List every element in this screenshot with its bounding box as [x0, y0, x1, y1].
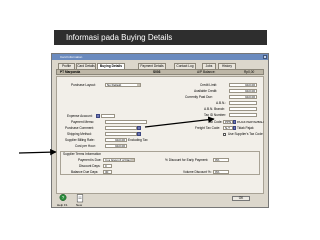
use-supplier-tax-checkbox[interactable]: [223, 133, 226, 136]
window-title: Card Information: [60, 55, 83, 59]
help-button[interactable]: ? Help F1: [57, 194, 69, 207]
cost-per-hour-label: Cost per Hour:: [75, 144, 96, 148]
help-icon: ?: [59, 194, 67, 201]
purchase-layout-label: Purchase Layout:: [71, 83, 96, 87]
abn-label: A.B.N.:: [216, 101, 227, 105]
volume-discount-label: Volume Discount %:: [183, 170, 212, 174]
early-payment-field[interactable]: 0%: [213, 158, 229, 162]
shipping-method-field[interactable]: [105, 132, 137, 136]
billing-rate-field[interactable]: Rp0,00: [105, 138, 127, 142]
expense-account-label: Expense Account:: [67, 114, 93, 118]
expense-account-field[interactable]: [101, 114, 115, 118]
window-titlebar[interactable]: Card Information: [52, 54, 268, 60]
card-id: S003: [153, 70, 161, 74]
list-icon[interactable]: [137, 126, 141, 130]
arrow-link-icon[interactable]: [96, 114, 100, 118]
tax-code-field[interactable]: PPN: [223, 120, 233, 124]
abn-branch-label: A.B.N. Branch:: [204, 107, 226, 111]
slide-title: Informasi pada Buying Details: [66, 33, 173, 42]
new-document-icon: [76, 194, 84, 203]
volume-discount-field[interactable]: 0%: [213, 170, 229, 174]
card-header-bar: PT Marponda S003 A/P Balance: Rp0,00: [56, 69, 264, 75]
purchase-comment-label: Purchase Comment:: [65, 126, 95, 130]
payment-memo-field[interactable]: [105, 120, 147, 124]
purchase-layout-select[interactable]: No Default: [105, 83, 141, 87]
purchase-comment-field[interactable]: [105, 126, 137, 130]
cost-per-hour-field[interactable]: Rp0,00: [105, 144, 127, 148]
excluding-tax-label: Excluding Tax: [128, 138, 148, 142]
past-due-field: Rp0,00: [229, 95, 257, 99]
credit-limit-label: Credit Limit:: [200, 83, 218, 87]
available-credit-field: Rp0,00: [229, 89, 257, 93]
list-icon[interactable]: [137, 132, 141, 136]
abn-branch-field[interactable]: [229, 107, 257, 111]
balance-due-label: Balance Due Days:: [71, 170, 99, 174]
supplier-terms-title: Supplier Terms Information: [63, 152, 102, 156]
supplier-terms-group: Supplier Terms Information Payment is Du…: [60, 151, 260, 175]
new-label: New: [76, 203, 83, 207]
tax-id-field[interactable]: [229, 113, 257, 117]
shipping-method-label: Shipping Method:: [67, 132, 92, 136]
early-payment-label: % Discount for Early Payment:: [165, 158, 209, 162]
balance-label: A/P Balance:: [197, 70, 216, 74]
freight-tax-label: Freight Tax Code:: [195, 126, 221, 130]
balance-due-field[interactable]: 30: [103, 170, 112, 174]
discount-days-field[interactable]: 0: [103, 164, 112, 168]
slide-title-banner: Informasi pada Buying Details: [54, 30, 267, 45]
billing-rate-label: Supplier Billing Rate:: [65, 138, 95, 142]
discount-days-label: Discount Days:: [79, 164, 101, 168]
freight-tax-field[interactable]: N-T: [223, 126, 233, 130]
payment-due-select[interactable]: In a Given # of Days: [103, 158, 135, 162]
abn-field[interactable]: [229, 101, 257, 105]
tax-code-description: PAJAK PERTAMBAH: [237, 120, 264, 124]
freight-tax-description: Tidak Pajak: [237, 126, 254, 130]
list-icon[interactable]: [233, 120, 236, 124]
available-credit-label: Available Credit:: [194, 89, 218, 93]
card-name: PT Marponda: [60, 70, 81, 74]
tax-code-label: Tax Code:: [208, 120, 223, 124]
payment-due-label: Payment is Due:: [78, 158, 102, 162]
balance-value: Rp0,00: [244, 70, 255, 74]
card-information-window: Card Information Profile Card Details Bu…: [51, 53, 269, 208]
tax-id-label: Tax ID Number:: [204, 113, 227, 117]
buying-details-panel: Purchase Layout: No Default Expense Acco…: [56, 76, 264, 194]
list-icon[interactable]: [233, 126, 236, 130]
use-supplier-tax-label: Use Supplier's Tax Code: [228, 132, 263, 136]
new-button[interactable]: New: [74, 194, 86, 207]
help-label: Help F1: [57, 203, 68, 207]
close-icon[interactable]: [263, 55, 267, 59]
ok-button[interactable]: OK: [232, 196, 250, 201]
past-due-label: Currently Past Due:: [185, 95, 213, 99]
payment-memo-label: Payment Memo:: [71, 120, 95, 124]
credit-limit-field[interactable]: Rp0,00: [229, 83, 257, 87]
